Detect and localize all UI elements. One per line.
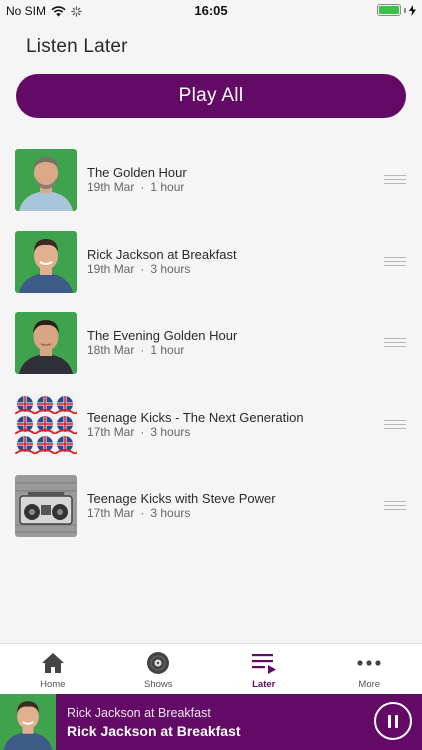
home-icon: [41, 653, 64, 673]
separator-dot: ·: [140, 180, 145, 194]
show-date: 19th Mar: [87, 180, 135, 194]
show-title: Teenage Kicks - The Next Generation: [87, 409, 304, 425]
show-meta: 19th Mar · 3 hours: [87, 262, 190, 276]
tab-label: More: [358, 679, 381, 690]
show-date: 17th Mar: [87, 424, 135, 439]
tab-label: Home: [40, 679, 66, 690]
listen-later-list: The Golden Hour 19th Mar · 1 hour Rick Jac…: [0, 148, 422, 556]
show-meta: 17th Mar · 3 hours: [87, 506, 190, 520]
show-duration: 1 hour: [150, 343, 185, 357]
show-date: 18th Mar: [87, 343, 135, 357]
tab-shows[interactable]: Shows: [106, 644, 212, 694]
show-duration: 3 hours: [150, 424, 191, 439]
show-date: 17th Mar: [87, 506, 135, 520]
play-all-button[interactable]: Play All: [16, 74, 406, 118]
status-bar: No SIM 16:05: [0, 0, 422, 22]
show-thumbnail: [15, 312, 77, 374]
show-title: Rick Jackson at Breakfast: [87, 246, 237, 262]
list-item[interactable]: Rick Jackson at Breakfast 19th Mar · 3 hou…: [0, 230, 422, 312]
charging-bolt-icon: [409, 4, 416, 16]
tab-bar: Home Shows Later More: [0, 643, 422, 694]
separator-dot: ·: [140, 343, 145, 357]
drag-handle-icon[interactable]: [384, 419, 406, 430]
battery-icon: [377, 4, 401, 16]
tab-more[interactable]: More: [317, 644, 422, 694]
show-thumbnail: [15, 393, 77, 456]
separator-dot: ·: [140, 261, 145, 276]
battery-tip: [404, 7, 406, 13]
now-playing-subtitle: Rick Jackson at Breakfast: [67, 706, 211, 720]
show-duration: 3 hours: [150, 506, 191, 520]
show-title: The Golden Hour: [87, 165, 187, 180]
show-meta: 19th Mar · 1 hour: [87, 180, 184, 194]
now-playing-title: Rick Jackson at Breakfast: [67, 723, 241, 739]
show-duration: 3 hours: [150, 261, 191, 276]
separator-dot: ·: [140, 506, 145, 520]
show-duration: 1 hour: [150, 180, 185, 194]
list-item[interactable]: Teenage Kicks - The Next Generation 17th…: [0, 393, 422, 475]
drag-handle-icon[interactable]: [384, 175, 406, 185]
tab-later[interactable]: Later: [211, 644, 317, 694]
show-title: The Evening Golden Hour: [87, 328, 238, 343]
show-meta: 18th Mar · 1 hour: [87, 343, 184, 357]
show-thumbnail: [15, 230, 77, 293]
show-thumbnail: [15, 475, 77, 537]
show-thumbnail: [15, 149, 77, 211]
mini-player[interactable]: Rick Jackson at Breakfast Rick Jackson a…: [0, 694, 422, 750]
show-meta: 17th Mar · 3 hours: [87, 425, 190, 439]
tab-label: Later: [252, 679, 276, 690]
page-title: Listen Later: [26, 36, 128, 57]
tab-label: Shows: [143, 679, 173, 690]
now-playing-thumbnail: [0, 694, 56, 750]
list-item[interactable]: Teenage Kicks with Steve Power 17th Mar ·…: [0, 474, 422, 556]
pause-button[interactable]: [374, 702, 412, 740]
list-item[interactable]: The Golden Hour 19th Mar · 1 hour: [0, 148, 422, 230]
drag-handle-icon[interactable]: [384, 338, 406, 348]
show-title: Teenage Kicks with Steve Power: [87, 491, 276, 506]
status-time: 16:05: [194, 3, 228, 18]
disc-icon: [147, 652, 170, 674]
show-date: 19th Mar: [87, 261, 135, 276]
status-right: [377, 4, 416, 16]
list-item[interactable]: The Evening Golden Hour 18th Mar · 1 hour: [0, 311, 422, 393]
playlist-icon: [251, 654, 276, 674]
more-icon: [357, 660, 381, 666]
separator-dot: ·: [140, 424, 145, 439]
drag-handle-icon[interactable]: [384, 256, 406, 267]
drag-handle-icon[interactable]: [384, 501, 406, 511]
tab-home[interactable]: Home: [0, 644, 106, 694]
